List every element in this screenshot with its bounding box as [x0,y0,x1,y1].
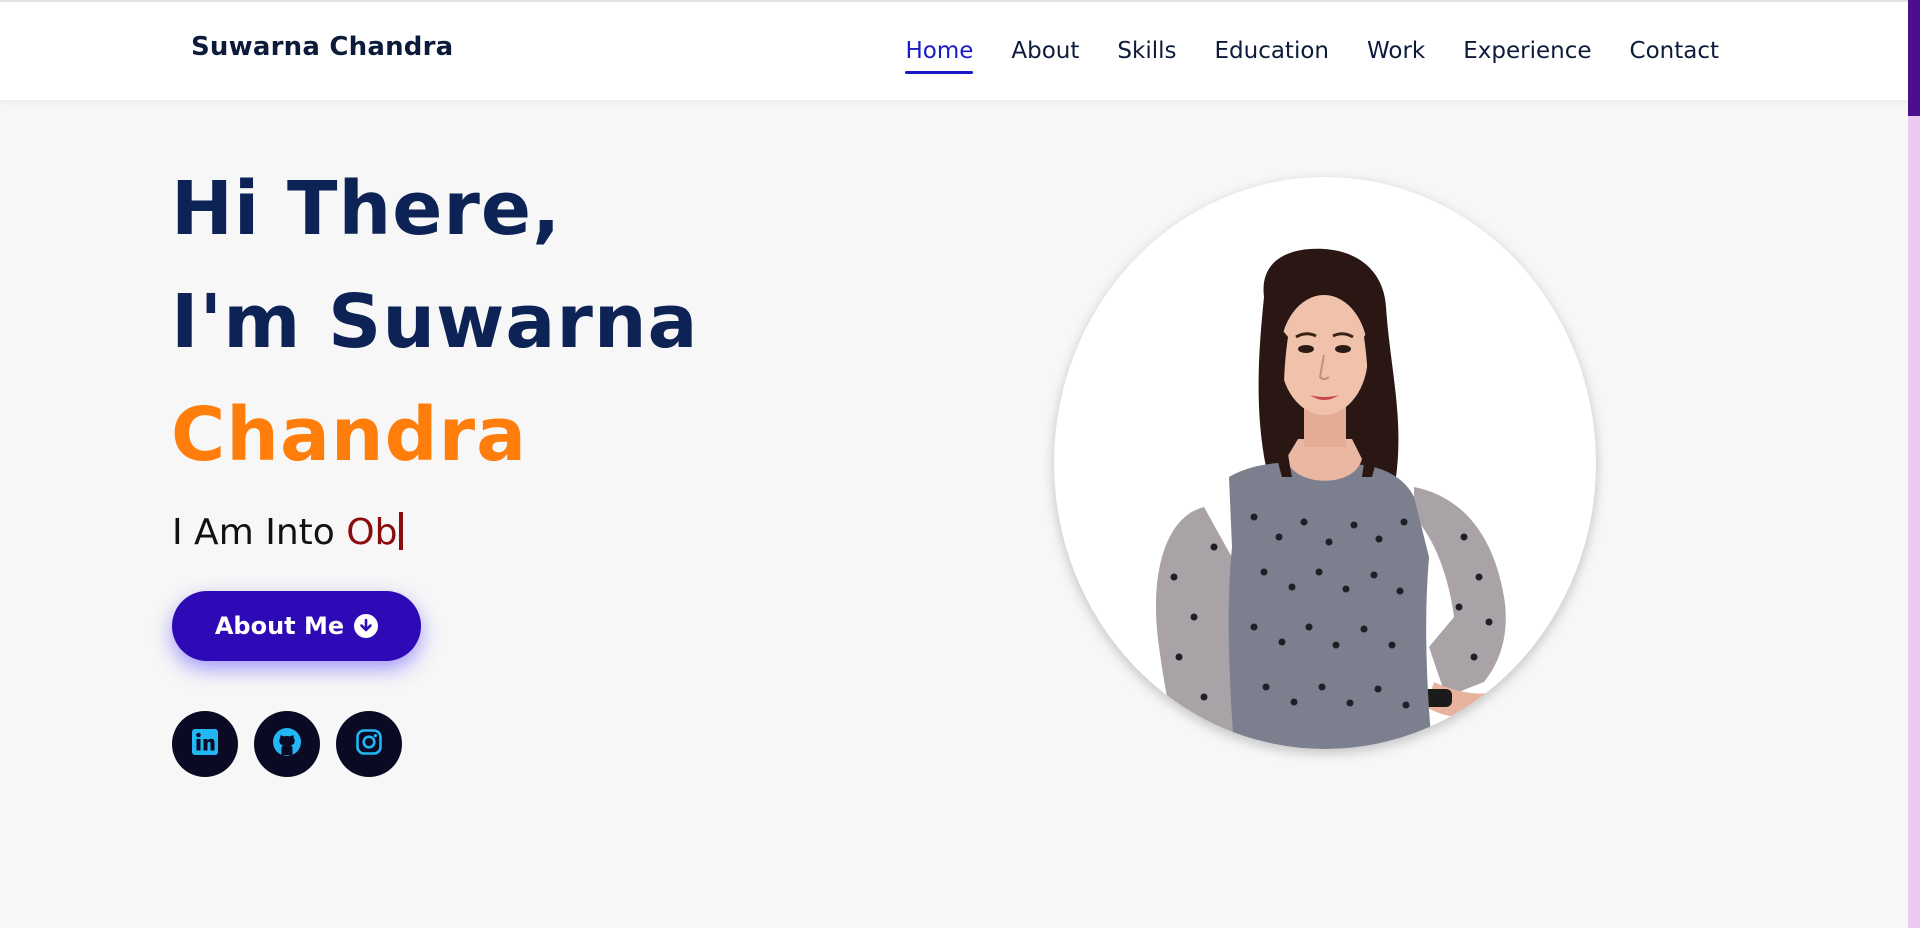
scrollbar[interactable] [1908,0,1920,928]
nav-work[interactable]: Work [1367,38,1425,74]
nav-education[interactable]: Education [1214,38,1329,74]
hero-greeting: Hi There, [171,166,562,252]
instagram-link[interactable] [336,711,402,777]
hero-name-last: Chandra [171,392,528,478]
github-icon [272,727,302,762]
typed-prefix: I Am Into [172,512,335,553]
social-links [172,711,402,777]
profile-photo [1054,177,1596,749]
nav-skills[interactable]: Skills [1117,38,1176,74]
typing-cursor [399,512,404,550]
about-me-label: About Me [214,612,345,640]
nav-contact[interactable]: Contact [1630,38,1719,74]
scrollbar-thumb[interactable] [1908,0,1920,116]
linkedin-link[interactable] [172,711,238,777]
instagram-icon [355,728,383,761]
typed-text: I Am Into Ob [172,512,404,553]
nav-about[interactable]: About [1011,38,1079,74]
arrow-down-circle-icon [354,614,379,638]
nav-home[interactable]: Home [905,38,973,74]
hero-name-first: I'm Suwarna [171,279,699,365]
typed-word: Ob [346,512,398,553]
nav-experience[interactable]: Experience [1463,38,1591,74]
main-nav: Home About Skills Education Work Experie… [867,38,1719,74]
about-me-button[interactable]: About Me [172,591,421,661]
linkedin-icon [191,728,219,761]
github-link[interactable] [254,711,320,777]
navbar: Suwarna Chandra Home About Skills Educat… [0,2,1908,100]
brand-logo-text[interactable]: Suwarna Chandra [191,32,453,62]
